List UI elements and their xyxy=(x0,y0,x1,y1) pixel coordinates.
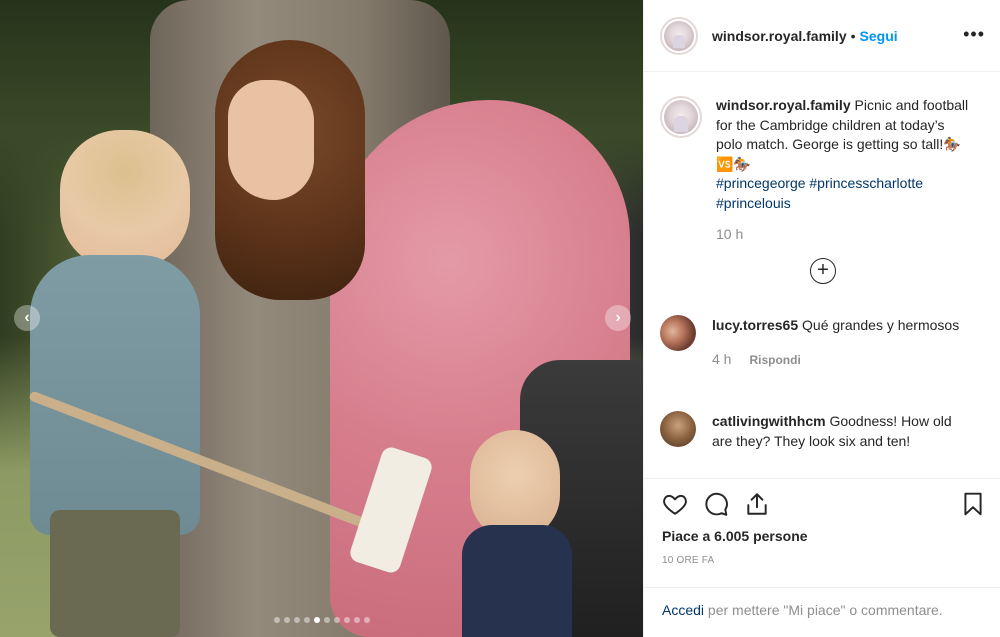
reply-button[interactable]: Rispondi xyxy=(749,350,800,370)
avatar[interactable] xyxy=(660,16,698,55)
login-prompt: Accedi per mettere "Mi piace" o commenta… xyxy=(644,587,1000,637)
comment-icon[interactable] xyxy=(703,491,729,517)
caption-time: 10 h xyxy=(716,226,744,242)
carousel-dot xyxy=(283,617,290,623)
header-username[interactable]: windsor.royal.family xyxy=(712,28,847,44)
caption-hashtags[interactable]: #princegeorge #princesscharlotte #prince… xyxy=(716,174,974,213)
login-prompt-text: per mettere "Mi piace" o commentare. xyxy=(704,602,943,618)
boy-head xyxy=(60,130,190,270)
carousel-dot xyxy=(353,617,360,623)
comment-avatar[interactable] xyxy=(660,315,696,351)
carousel-dot xyxy=(343,617,350,623)
likes-count[interactable]: Piace a 6.005 persone xyxy=(662,528,808,544)
carousel-dots xyxy=(0,617,643,623)
comment-username[interactable]: catlivingwithhcm xyxy=(712,413,826,429)
previous-photo-button[interactable]: ‹ xyxy=(14,305,40,331)
comment-meta: 4 h Rispondi xyxy=(712,349,972,370)
bookmark-icon[interactable] xyxy=(960,491,986,517)
comment-username[interactable]: lucy.torres65 xyxy=(712,317,798,333)
post-photo[interactable]: ‹ › xyxy=(0,0,643,637)
comment-body: catlivingwithhcm Goodness! How old are t… xyxy=(712,411,972,451)
post-time-ago: 10 ORE FA xyxy=(662,555,715,566)
chevron-right-icon: › xyxy=(615,309,621,326)
boy-shirt xyxy=(30,255,200,535)
toddler-head xyxy=(470,430,560,540)
comments-list[interactable]: windsor.royal.family Picnic and football… xyxy=(644,73,1000,478)
carousel-dot xyxy=(313,617,320,623)
post-header: windsor.royal.family • Segui ••• xyxy=(644,0,1000,72)
action-icons xyxy=(660,491,990,517)
carousel-dot xyxy=(363,617,370,623)
carousel-dot xyxy=(333,617,340,623)
follow-button[interactable]: Segui xyxy=(860,28,898,44)
caption-text-block: windsor.royal.family Picnic and football… xyxy=(716,96,974,245)
caption-username[interactable]: windsor.royal.family xyxy=(716,97,851,113)
header-separator: • xyxy=(850,27,856,44)
carousel-dot xyxy=(273,617,280,623)
share-icon[interactable] xyxy=(744,491,770,517)
comment-item: catlivingwithhcm Goodness! How old are t… xyxy=(660,411,990,451)
login-link[interactable]: Accedi xyxy=(662,602,704,618)
comment-body: lucy.torres65 Qué grandes y hermosos 4 h… xyxy=(712,315,972,370)
post-side-panel: windsor.royal.family • Segui ••• windsor… xyxy=(643,0,1000,637)
carousel-dot xyxy=(293,617,300,623)
post-actions: Piace a 6.005 persone 10 ORE FA Accedi p… xyxy=(644,478,1000,637)
load-more-comments-button[interactable]: + xyxy=(810,258,836,284)
comment-avatar[interactable] xyxy=(660,411,696,447)
next-photo-button[interactable]: › xyxy=(605,305,631,331)
caption-avatar[interactable] xyxy=(660,96,702,138)
carousel-dot xyxy=(303,617,310,623)
comment-item: lucy.torres65 Qué grandes y hermosos 4 h… xyxy=(660,315,990,370)
woman-face xyxy=(228,80,314,200)
heart-icon[interactable] xyxy=(662,491,688,517)
chevron-left-icon: ‹ xyxy=(24,309,30,326)
comment-time: 4 h xyxy=(712,351,732,367)
more-horizontal-icon[interactable]: ••• xyxy=(963,24,985,45)
plus-circle-icon: + xyxy=(817,259,829,281)
post-caption: windsor.royal.family Picnic and football… xyxy=(660,96,990,245)
carousel-dot xyxy=(323,617,330,623)
comment-text: Qué grandes y hermosos xyxy=(802,317,960,333)
